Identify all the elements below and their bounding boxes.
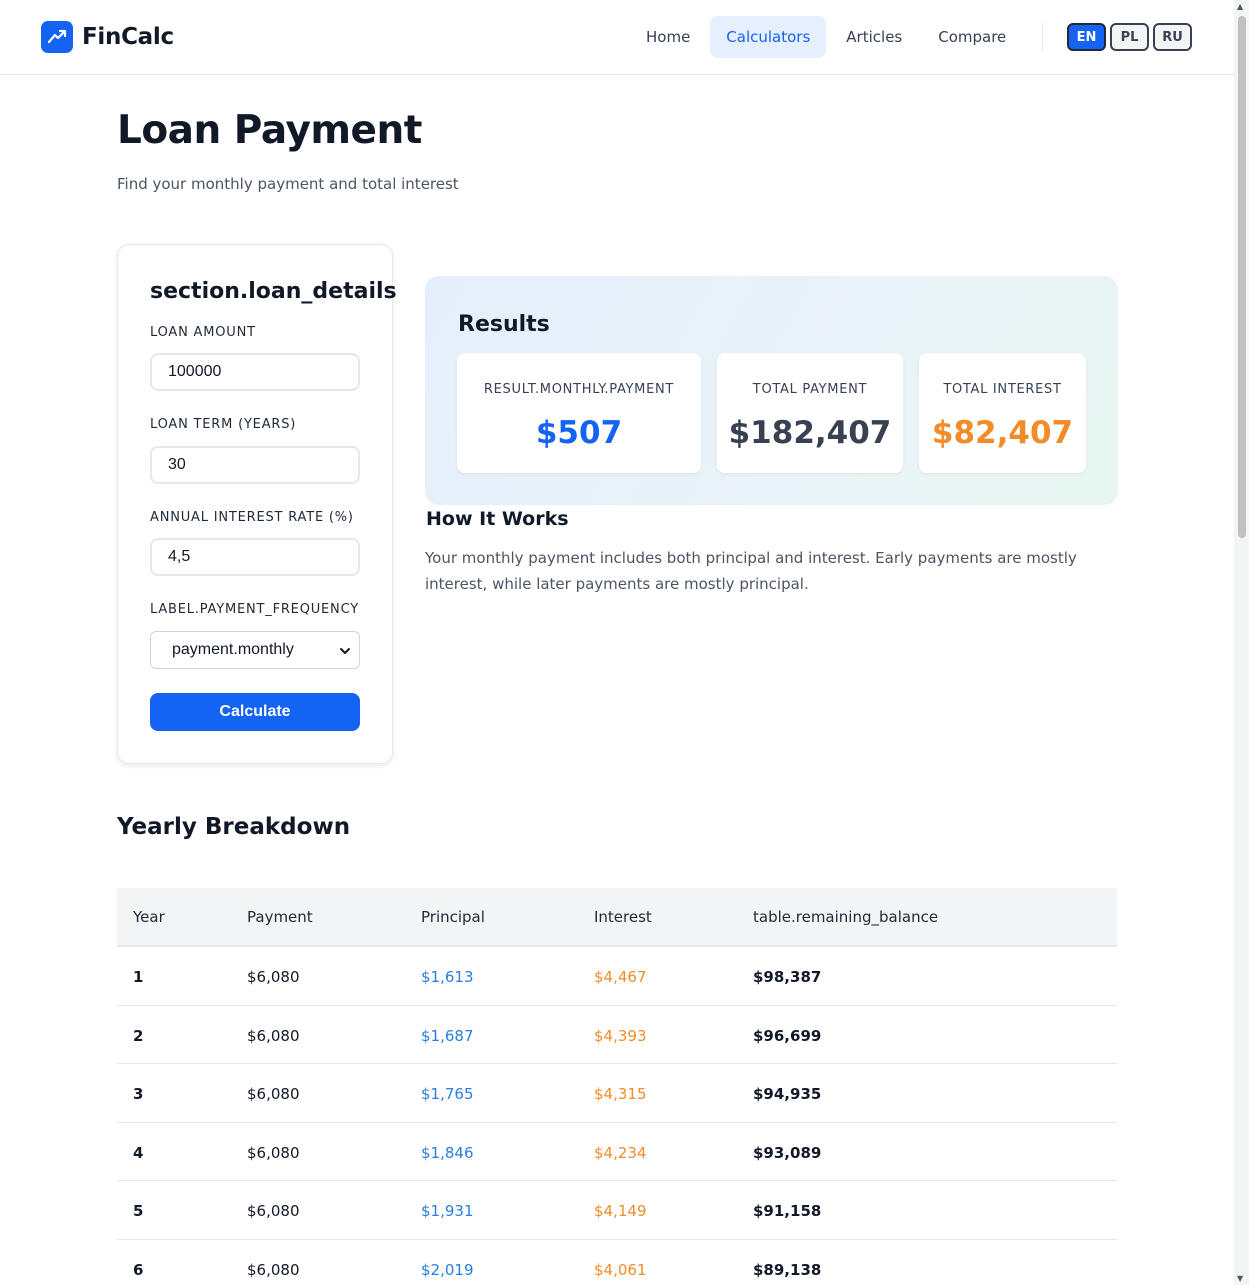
payment-frequency-label: LABEL.PAYMENT_FREQUENCY xyxy=(150,602,359,617)
cell-interest: $4,234 xyxy=(594,1143,647,1162)
total-payment-card: TOTAL PAYMENT $182,407 xyxy=(717,353,903,473)
column-header-payment: Payment xyxy=(247,908,313,926)
cell-payment: $6,080 xyxy=(247,1026,300,1045)
total-interest-value: $82,407 xyxy=(931,415,1074,451)
column-header-interest: Interest xyxy=(594,908,652,926)
scroll-thumb[interactable] xyxy=(1238,16,1246,538)
cell-principal: $1,613 xyxy=(421,968,474,986)
cell-balance: $96,699 xyxy=(753,1026,822,1045)
top-navbar: FinCalc Home Calculators Articles Compar… xyxy=(0,0,1234,75)
table-row: 5 $6,080 $1,931 $4,149 $91,158 xyxy=(117,1181,1117,1240)
cell-year: 6 xyxy=(133,1260,144,1279)
table-row: 2 $6,080 $1,687 $4,393 $96,699 xyxy=(117,1006,1117,1065)
nav-articles[interactable]: Articles xyxy=(830,16,918,58)
cell-year: 2 xyxy=(133,1026,144,1045)
trending-up-icon xyxy=(41,21,73,53)
cell-interest: $4,315 xyxy=(594,1085,647,1104)
cell-balance: $98,387 xyxy=(753,968,822,986)
total-interest-card: TOTAL INTEREST $82,407 xyxy=(919,353,1086,473)
page-scrollbar[interactable]: ▲ ▼ xyxy=(1234,0,1249,1285)
how-it-works-title: How It Works xyxy=(426,508,569,530)
total-interest-label: TOTAL INTEREST xyxy=(943,382,1062,397)
language-switcher: EN PL RU xyxy=(1067,23,1196,51)
cell-principal: $2,019 xyxy=(421,1260,474,1279)
cell-balance: $93,089 xyxy=(753,1143,822,1162)
nav-divider xyxy=(1042,23,1043,51)
cell-year: 4 xyxy=(133,1143,144,1162)
nav-home[interactable]: Home xyxy=(630,16,706,58)
scroll-down-arrow-icon[interactable]: ▼ xyxy=(1237,1274,1243,1283)
lang-en-button[interactable]: EN xyxy=(1067,23,1106,51)
column-header-balance: table.remaining_balance xyxy=(753,908,939,926)
chevron-down-icon xyxy=(339,644,351,662)
app-name: FinCalc xyxy=(82,24,174,50)
column-header-year: Year xyxy=(133,908,165,926)
cell-payment: $6,080 xyxy=(247,1143,300,1162)
page-subtitle: Find your monthly payment and total inte… xyxy=(117,175,459,193)
table-row: 6 $6,080 $2,019 $4,061 $89,138 xyxy=(117,1240,1117,1285)
breakdown-table: Year Payment Principal Interest table.re… xyxy=(117,888,1117,1285)
total-payment-value: $182,407 xyxy=(728,415,892,451)
cell-balance: $94,935 xyxy=(753,1085,822,1104)
cell-year: 5 xyxy=(133,1202,144,1221)
cell-year: 1 xyxy=(133,968,144,986)
cell-year: 3 xyxy=(133,1085,144,1104)
interest-rate-input[interactable] xyxy=(150,538,360,576)
table-row: 3 $6,080 $1,765 $4,315 $94,935 xyxy=(117,1064,1117,1123)
table-row: 4 $6,080 $1,846 $4,234 $93,089 xyxy=(117,1123,1117,1182)
results-title: Results xyxy=(458,312,550,337)
cell-balance: $91,158 xyxy=(753,1202,822,1221)
cell-principal: $1,765 xyxy=(421,1085,474,1104)
nav-compare[interactable]: Compare xyxy=(922,16,1022,58)
loan-details-card: section.loan_details LOAN AMOUNT LOAN TE… xyxy=(117,244,397,764)
cell-interest: $4,467 xyxy=(594,968,647,986)
monthly-payment-card: RESULT.MONTHLY.PAYMENT $507 xyxy=(457,353,701,473)
monthly-payment-label: RESULT.MONTHLY.PAYMENT xyxy=(483,382,675,397)
form-title: section.loan_details xyxy=(150,279,397,304)
cell-payment: $6,080 xyxy=(247,968,300,986)
loan-amount-input[interactable] xyxy=(150,353,360,391)
calculate-button[interactable]: Calculate xyxy=(150,693,360,731)
page-title: Loan Payment xyxy=(117,108,422,153)
lang-pl-button[interactable]: PL xyxy=(1110,23,1149,51)
interest-rate-label: ANNUAL INTEREST RATE (%) xyxy=(150,510,354,525)
scroll-up-arrow-icon[interactable]: ▲ xyxy=(1237,2,1243,11)
cell-balance: $89,138 xyxy=(753,1260,822,1279)
loan-term-input[interactable] xyxy=(150,446,360,484)
cell-principal: $1,846 xyxy=(421,1143,474,1162)
breakdown-title: Yearly Breakdown xyxy=(117,814,351,840)
cell-interest: $4,149 xyxy=(594,1202,647,1221)
cell-payment: $6,080 xyxy=(247,1085,300,1104)
column-header-principal: Principal xyxy=(421,908,485,926)
total-payment-label: TOTAL PAYMENT xyxy=(752,382,868,397)
cell-interest: $4,061 xyxy=(594,1260,647,1279)
main-nav: Home Calculators Articles Compare xyxy=(630,16,1026,58)
loan-term-label: LOAN TERM (YEARS) xyxy=(150,417,297,432)
payment-frequency-value: payment.monthly xyxy=(172,641,294,658)
cell-payment: $6,080 xyxy=(247,1260,300,1279)
nav-calculators[interactable]: Calculators xyxy=(710,16,827,58)
cell-principal: $1,931 xyxy=(421,1202,474,1221)
monthly-payment-value: $507 xyxy=(535,415,623,451)
lang-ru-button[interactable]: RU xyxy=(1153,23,1192,51)
cell-payment: $6,080 xyxy=(247,1202,300,1221)
table-header: Year Payment Principal Interest table.re… xyxy=(117,888,1117,947)
payment-frequency-select[interactable]: payment.monthly xyxy=(150,631,360,669)
results-panel: Results RESULT.MONTHLY.PAYMENT $507 TOTA… xyxy=(425,276,1118,505)
how-it-works-text: Your monthly payment includes both princ… xyxy=(425,549,1077,593)
loan-amount-label: LOAN AMOUNT xyxy=(150,325,256,340)
cell-principal: $1,687 xyxy=(421,1026,474,1045)
table-row: 1 $6,080 $1,613 $4,467 $98,387 xyxy=(117,947,1117,1006)
logo[interactable]: FinCalc xyxy=(41,21,174,53)
cell-interest: $4,393 xyxy=(594,1026,647,1045)
